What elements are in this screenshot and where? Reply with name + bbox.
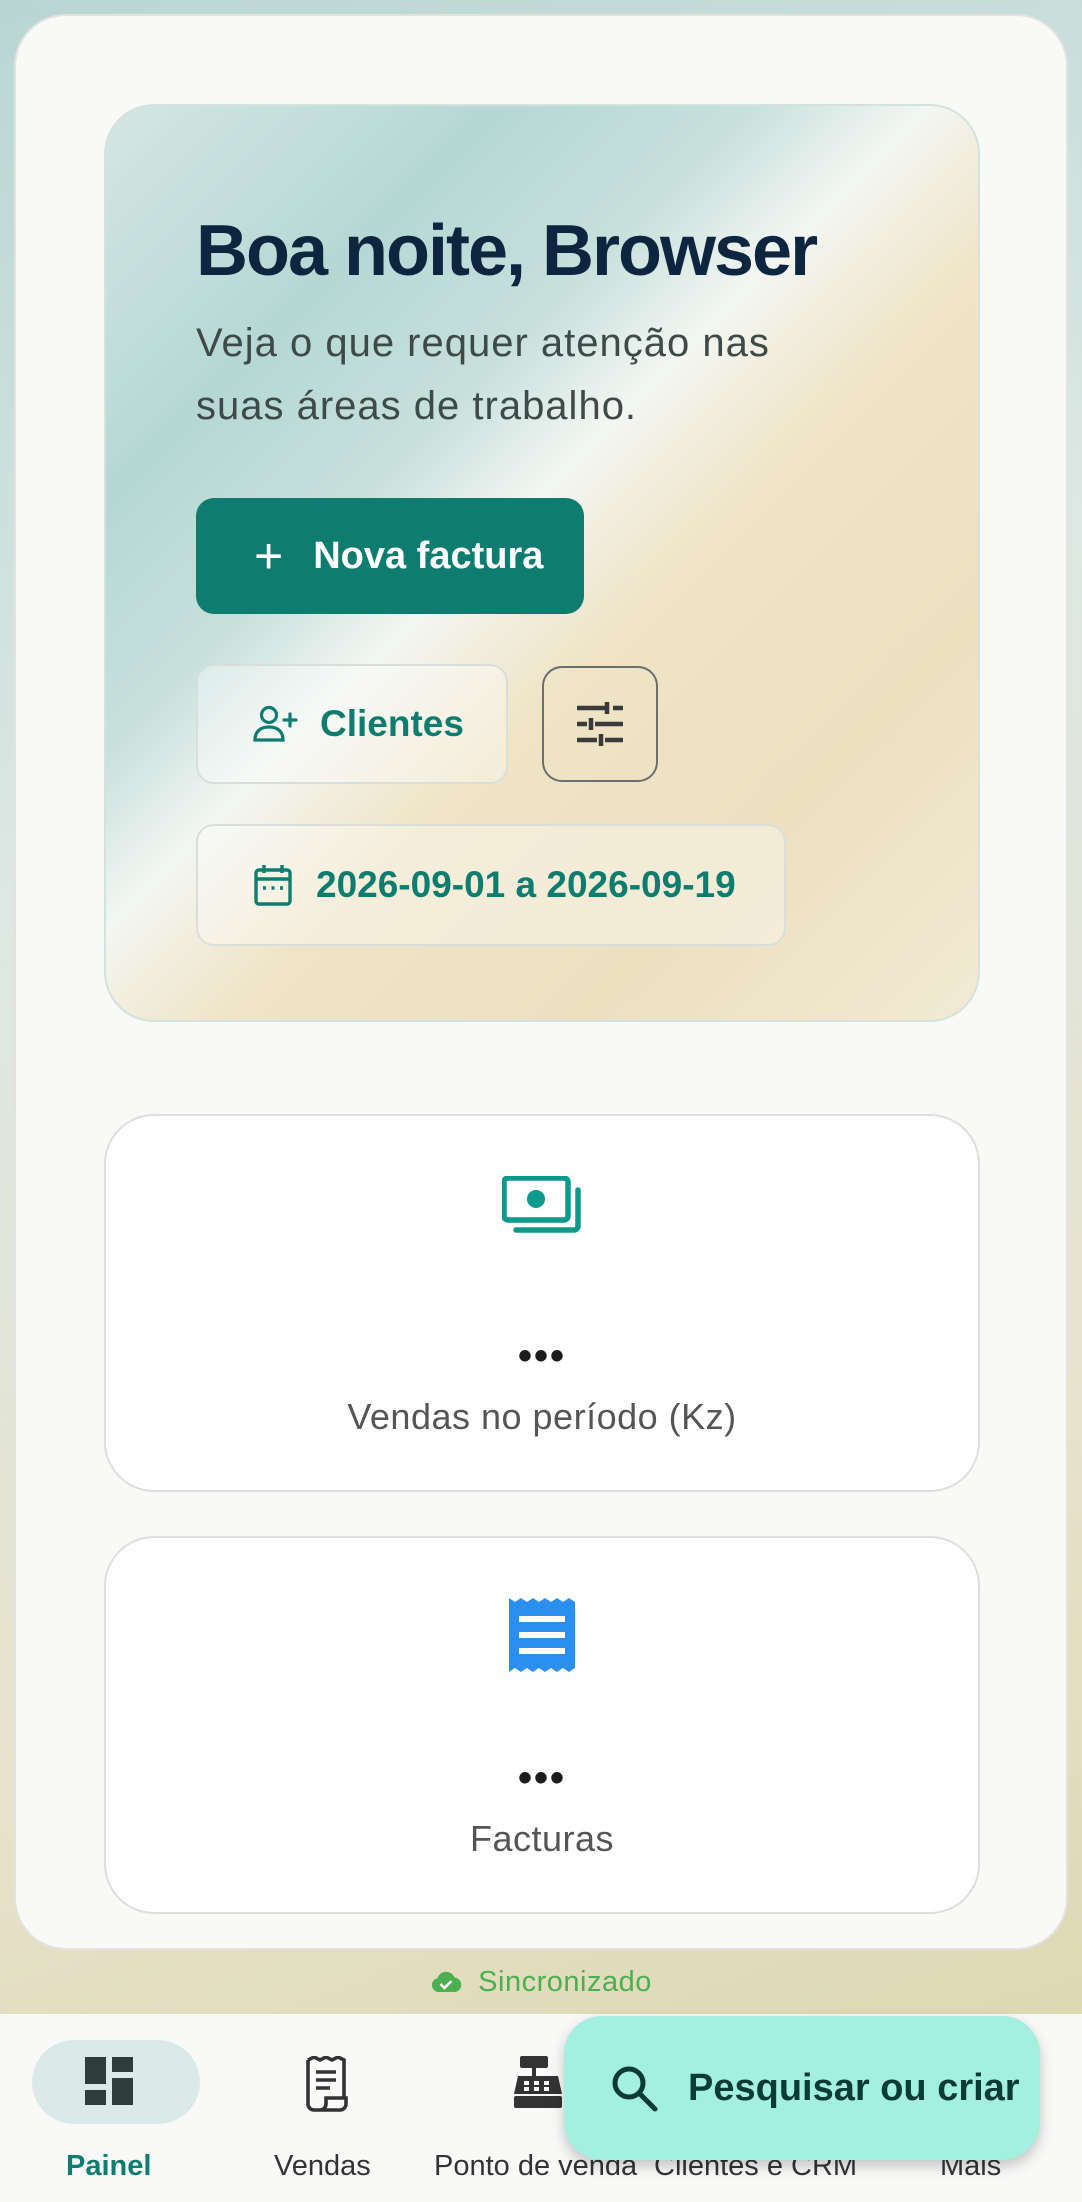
plus-icon: + bbox=[254, 528, 284, 584]
welcome-hero: Boa noite, Browser Veja o que requer ate… bbox=[104, 104, 980, 1022]
sales-label: Vendas no período (Kz) bbox=[347, 1396, 737, 1437]
search-or-create-fab[interactable]: Pesquisar ou criar bbox=[564, 2016, 1040, 2160]
nav-label-sales: Vendas bbox=[274, 2150, 371, 2182]
cloud-done-icon bbox=[432, 1971, 462, 1992]
invoices-value: ••• bbox=[517, 1756, 566, 1800]
date-range-label: 2026-09-01 a 2026-09-19 bbox=[316, 864, 736, 905]
new-invoice-label: Nova factura bbox=[313, 534, 544, 577]
person-add-icon bbox=[253, 705, 298, 742]
tune-icon bbox=[577, 702, 623, 746]
new-invoice-button[interactable]: + Nova factura bbox=[196, 498, 584, 614]
nav-item-dashboard[interactable]: Painel bbox=[8, 2014, 208, 2202]
dashboard-icon bbox=[85, 2057, 133, 2105]
date-range-button[interactable]: 2026-09-01 a 2026-09-19 bbox=[196, 824, 786, 946]
nav-item-sales[interactable]: Vendas bbox=[224, 2014, 424, 2202]
clients-button[interactable]: Clientes bbox=[196, 664, 508, 784]
search-icon bbox=[612, 2066, 658, 2112]
sync-status-label: Sincronizado bbox=[478, 1965, 652, 1998]
dashboard-card: Boa noite, Browser Veja o que requer ate… bbox=[14, 14, 1068, 1950]
greeting-subtitle: Veja o que requer atenção nas suas áreas… bbox=[196, 321, 770, 428]
cash-register-icon bbox=[514, 2056, 562, 2108]
sales-value: ••• bbox=[517, 1334, 566, 1378]
receipt-icon bbox=[509, 1598, 575, 1677]
filter-button[interactable] bbox=[542, 666, 658, 782]
fab-label: Pesquisar ou criar bbox=[688, 2066, 1020, 2109]
nav-label-dashboard: Painel bbox=[66, 2150, 152, 2182]
greeting-title: Boa noite, Browser bbox=[196, 211, 818, 291]
sales-stat-card[interactable]: ••• Vendas no período (Kz) bbox=[104, 1114, 980, 1492]
invoices-stat-card[interactable]: ••• Facturas bbox=[104, 1536, 980, 1914]
cash-icon bbox=[501, 1175, 582, 1241]
receipt-long-icon bbox=[306, 2056, 348, 2112]
sync-status: Sincronizado bbox=[0, 1950, 1082, 2014]
invoices-label: Facturas bbox=[469, 1818, 615, 1859]
calendar-icon bbox=[254, 865, 292, 906]
clients-label: Clientes bbox=[320, 703, 464, 744]
